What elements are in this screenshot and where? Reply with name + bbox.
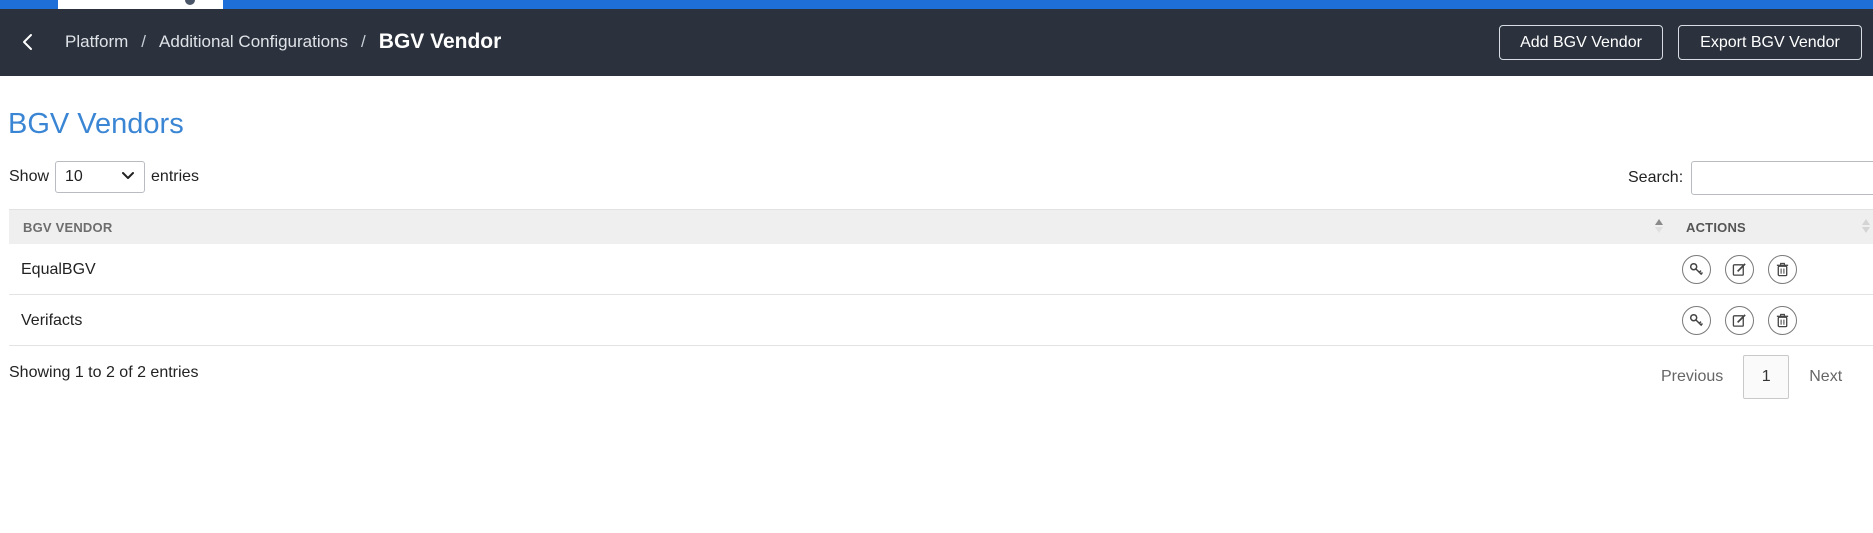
breadcrumb: Platform / Additional Configurations / B… <box>65 29 501 55</box>
show-label: Show <box>9 168 50 185</box>
entries-length-select[interactable]: 10 <box>55 161 146 193</box>
pagination-next[interactable]: Next <box>1809 368 1842 386</box>
search-control: Search: <box>1628 161 1873 195</box>
table-row: Verifacts <box>9 295 1873 346</box>
page-header: Platform / Additional Configurations / B… <box>0 9 1873 76</box>
key-button[interactable] <box>1682 255 1711 284</box>
column-header-actions[interactable]: ACTIONS <box>1686 210 1746 245</box>
pagination-previous[interactable]: Previous <box>1661 368 1723 386</box>
add-bgv-vendor-button[interactable]: Add BGV Vendor <box>1499 25 1663 60</box>
trash-icon <box>1776 262 1789 277</box>
breadcrumb-platform[interactable]: Platform <box>65 32 128 52</box>
edit-button[interactable] <box>1725 306 1754 335</box>
breadcrumb-separator: / <box>141 32 147 51</box>
top-active-tab[interactable] <box>58 0 223 9</box>
table-row: EqualBGV <box>9 244 1873 295</box>
table-header: BGV VENDOR ACTIONS <box>9 209 1873 244</box>
vendors-table: BGV VENDOR ACTIONS EqualBGV Verifacts <box>9 209 1873 346</box>
delete-button[interactable] <box>1768 255 1797 284</box>
trash-icon <box>1776 313 1789 328</box>
column-header-bgv-vendor[interactable]: BGV VENDOR <box>23 210 112 245</box>
breadcrumb-current: BGV Vendor <box>378 30 502 53</box>
sort-ascending-icon[interactable] <box>1653 216 1665 236</box>
edit-icon <box>1732 314 1746 327</box>
page-title: BGV Vendors <box>8 108 184 140</box>
entries-label: entries <box>151 168 200 185</box>
edit-button[interactable] <box>1725 255 1754 284</box>
key-icon <box>1689 262 1704 276</box>
top-accent-bar <box>0 0 1873 9</box>
vendor-name-cell: EqualBGV <box>21 260 96 278</box>
pagination: Previous 1 Next <box>1661 355 1842 399</box>
search-label: Search: <box>1628 169 1684 186</box>
vendor-name-cell: Verifacts <box>21 311 83 329</box>
key-button[interactable] <box>1682 306 1711 335</box>
export-bgv-vendor-button[interactable]: Export BGV Vendor <box>1678 25 1862 60</box>
edit-icon <box>1732 263 1746 276</box>
breadcrumb-separator: / <box>361 32 366 51</box>
entries-length-value: 10 <box>65 168 83 185</box>
search-input[interactable] <box>1691 161 1873 195</box>
pagination-page[interactable]: 1 <box>1743 355 1790 399</box>
key-icon <box>1689 313 1704 327</box>
delete-button[interactable] <box>1768 306 1797 335</box>
row-actions <box>1682 255 1811 284</box>
chevron-left-icon <box>23 34 32 50</box>
row-actions <box>1682 306 1811 335</box>
chevron-down-icon <box>121 168 135 186</box>
entries-length-control: Show 10 entries <box>9 161 199 193</box>
breadcrumb-additional-configurations[interactable]: Additional Configurations <box>159 32 348 52</box>
back-button[interactable] <box>16 29 40 55</box>
table-info: Showing 1 to 2 of 2 entries <box>9 364 199 381</box>
sort-icon[interactable] <box>1860 216 1872 236</box>
